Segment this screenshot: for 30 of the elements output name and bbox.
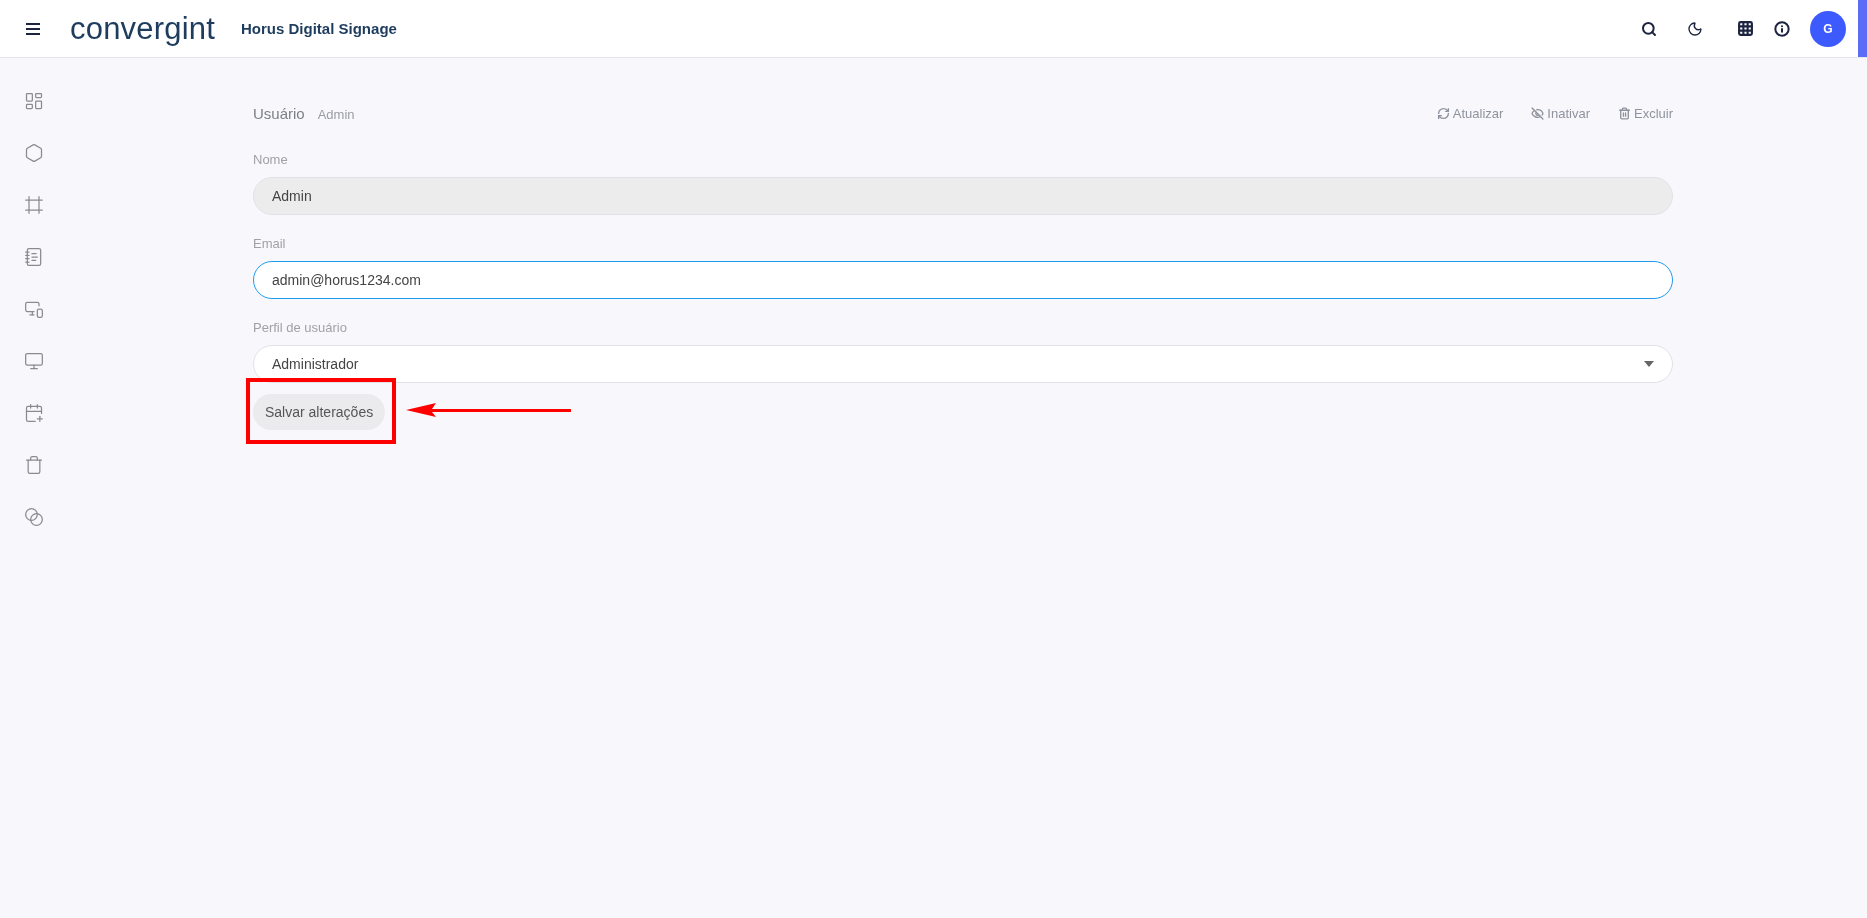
field-label: Perfil de usuário	[253, 320, 348, 335]
info-icon[interactable]	[1774, 20, 1790, 37]
hide-icon	[1531, 106, 1545, 120]
save-button[interactable]: Salvar alterações	[253, 394, 386, 430]
page-title: Usuário	[253, 104, 305, 122]
dropdown-caret-icon	[1644, 361, 1654, 367]
hexagon-icon[interactable]	[24, 143, 44, 163]
devices-icon[interactable]	[24, 299, 44, 319]
calendar-icon[interactable]	[24, 403, 44, 423]
app-title: Horus Digital Signage	[241, 20, 397, 37]
overlap-icon[interactable]	[24, 507, 44, 527]
profile-select[interactable]: Administrador	[253, 345, 1673, 383]
user-avatar[interactable]: G	[1810, 10, 1846, 47]
scrollbar-thumb[interactable]	[1858, 0, 1867, 57]
screens-icon[interactable]	[24, 351, 44, 371]
input-field[interactable]: admin@horus1234.com	[253, 261, 1673, 299]
page-subtitle: Admin	[317, 106, 355, 122]
field-label: Email	[253, 236, 287, 251]
menu-icon[interactable]	[26, 22, 40, 35]
notebook-icon[interactable]	[24, 247, 44, 267]
moon-icon[interactable]	[1687, 20, 1703, 37]
logo: convergint	[70, 10, 216, 47]
apps-grid-icon[interactable]	[1737, 20, 1754, 37]
frame-icon[interactable]	[24, 195, 44, 215]
field-label: Nome	[253, 152, 289, 167]
search-icon[interactable]	[1641, 20, 1657, 37]
refresh-icon	[1436, 106, 1450, 120]
trash-icon[interactable]	[24, 455, 44, 475]
dashboard-icon[interactable]	[24, 91, 44, 111]
delete-icon	[1618, 106, 1631, 120]
